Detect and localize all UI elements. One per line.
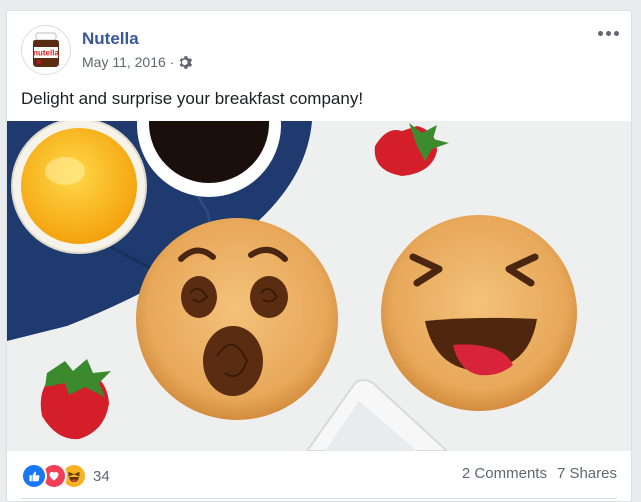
post-caption: Delight and surprise your breakfast comp… xyxy=(21,89,364,108)
page-avatar[interactable]: nutella xyxy=(21,25,71,75)
comments-link[interactable]: 2 Comments xyxy=(462,465,547,482)
orange-juice-glass xyxy=(11,121,147,254)
reaction-count: 34 xyxy=(93,467,110,485)
dot-icon xyxy=(597,30,603,36)
like-icon xyxy=(21,463,47,489)
post-meta: May 11, 2016 · xyxy=(82,54,193,70)
more-options-button[interactable] xyxy=(597,27,619,39)
svg-text:nutella: nutella xyxy=(33,49,59,58)
post-date[interactable]: May 11, 2016 xyxy=(82,54,166,70)
reactions-summary[interactable]: 34 xyxy=(21,463,110,489)
pancake-surprised-face xyxy=(136,218,338,420)
pancake-laughing-face xyxy=(381,215,577,411)
divider xyxy=(21,498,617,499)
dot-icon xyxy=(613,30,619,36)
post-photo[interactable] xyxy=(7,121,631,451)
post-stats: 2 Comments 7 Shares xyxy=(462,465,617,482)
shares-link[interactable]: 7 Shares xyxy=(557,465,617,482)
meta-separator: · xyxy=(169,54,175,70)
post-header: nutella Nutella May 11, 2016 · Delight a… xyxy=(7,11,631,119)
nutella-jar-icon: nutella xyxy=(33,32,59,67)
dot-icon xyxy=(605,30,611,36)
feed-post: nutella Nutella May 11, 2016 · Delight a… xyxy=(6,10,632,502)
gear-icon[interactable] xyxy=(178,55,193,70)
page-name-link[interactable]: Nutella xyxy=(82,29,139,49)
post-footer: 34 2 Comments 7 Shares xyxy=(7,451,631,501)
